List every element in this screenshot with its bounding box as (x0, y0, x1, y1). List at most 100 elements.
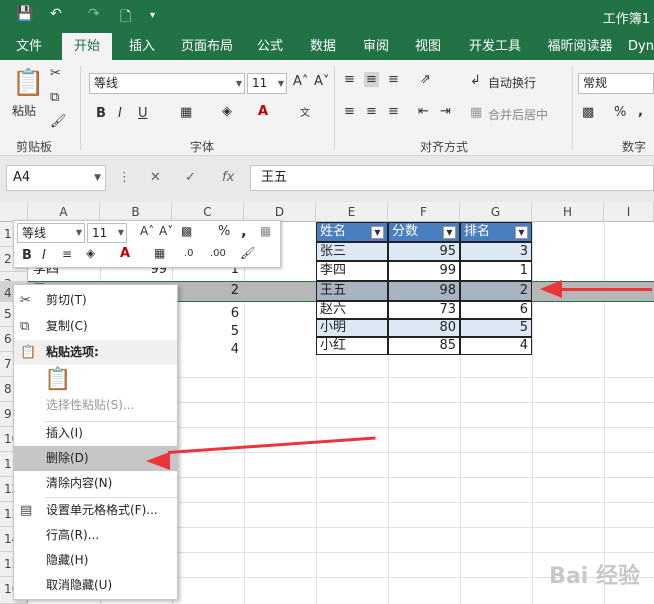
align-bottom-icon[interactable]: ≡ (388, 72, 399, 87)
table-cell[interactable]: 6 (460, 301, 532, 319)
border-icon[interactable]: ▦ (180, 105, 192, 120)
col-header[interactable]: H (532, 202, 604, 222)
col-header[interactable]: B (100, 202, 172, 222)
table-header-name[interactable]: 姓名 ▼ (316, 222, 388, 242)
decrease-indent-icon[interactable]: ⇤ (418, 104, 429, 119)
mini-italic-button[interactable]: I (42, 248, 46, 263)
filter-dropdown-icon[interactable]: ▼ (443, 226, 456, 239)
tab-formulas[interactable]: 公式 (250, 33, 290, 60)
table-cell[interactable]: 李四 (316, 261, 388, 281)
table-cell[interactable]: 85 (388, 337, 460, 355)
tab-insert[interactable]: 插入 (120, 33, 164, 60)
comma-button[interactable]: , (638, 104, 643, 119)
col-header[interactable]: F (388, 202, 460, 222)
insert-function-icon[interactable]: fx (222, 170, 234, 185)
number-format-combo[interactable]: 常规 (578, 73, 654, 94)
font-color-icon[interactable]: A (120, 246, 130, 261)
shrink-font-button[interactable]: A˅ (314, 74, 329, 89)
table-header-rank[interactable]: 排名 ▼ (460, 222, 532, 242)
paste-label[interactable]: 粘贴 (12, 102, 36, 119)
grow-font-icon[interactable]: A˄ (140, 224, 154, 238)
currency-icon[interactable]: ▩ (582, 105, 594, 120)
phonetic-icon[interactable]: 文 (300, 104, 310, 119)
cancel-icon[interactable]: ✕ (150, 170, 161, 185)
undo-icon[interactable]: ↶ (50, 6, 62, 22)
merge-icon[interactable]: ▦ (470, 105, 482, 120)
table-cell[interactable]: 98 (388, 281, 460, 301)
increase-decimal-icon[interactable]: .0 (184, 248, 194, 259)
menu-item-format-cells[interactable]: ▤ 设置单元格格式(F)... (14, 498, 177, 523)
tab-home[interactable]: 开始 (62, 33, 112, 60)
mini-bold-button[interactable]: B (22, 248, 32, 263)
table-cell[interactable]: 99 (388, 261, 460, 281)
underline-button[interactable]: U (138, 106, 148, 121)
border-icon[interactable]: ▦ (154, 246, 165, 260)
tab-dyn[interactable]: Dyn (628, 33, 654, 60)
paste-icon[interactable]: 📋 (12, 68, 44, 98)
align-middle-icon[interactable]: ≡ (364, 72, 379, 87)
table-cell[interactable]: 1 (460, 261, 532, 281)
cell-c4[interactable]: 2 (172, 279, 242, 303)
table-cell[interactable]: 张三 (316, 242, 388, 261)
align-top-icon[interactable]: ≡ (344, 72, 355, 87)
new-file-icon[interactable]: 🗋 (120, 6, 131, 30)
font-color-icon[interactable]: A (258, 104, 268, 119)
italic-button[interactable]: I (118, 106, 122, 121)
increase-indent-icon[interactable]: ⇥ (440, 104, 451, 119)
formula-input[interactable]: 王五 (250, 165, 654, 191)
table-header-score[interactable]: 分数 ▼ (388, 222, 460, 242)
tab-file[interactable]: 文件 (6, 33, 52, 60)
col-header[interactable]: G (460, 202, 532, 222)
cell-c7[interactable]: 4 (172, 338, 242, 362)
menu-item-paste-special[interactable]: 选择性粘贴(S)... (14, 393, 177, 418)
tab-foxit[interactable]: 福昕阅读器 (540, 33, 620, 60)
tab-review[interactable]: 审阅 (356, 33, 396, 60)
table-cell[interactable]: 小明 (316, 319, 388, 337)
cut-icon[interactable]: ✂ (50, 66, 61, 81)
menu-item-unhide[interactable]: 取消隐藏(U) (14, 573, 177, 598)
menu-item-insert[interactable]: 插入(I) (14, 421, 177, 446)
tab-page-layout[interactable]: 页面布局 (174, 33, 240, 60)
format-painter-icon[interactable]: 🖌 (240, 246, 255, 260)
currency-icon[interactable]: ▩ (181, 224, 192, 238)
table-format-icon[interactable]: ▦ (260, 224, 271, 238)
menu-item-hide[interactable]: 隐藏(H) (14, 548, 177, 573)
col-header[interactable]: C (172, 202, 244, 222)
bold-button[interactable]: B (96, 106, 106, 121)
enter-icon[interactable]: ✓ (185, 170, 196, 185)
col-header[interactable]: A (28, 202, 100, 222)
shrink-font-icon[interactable]: A˅ (159, 224, 173, 238)
table-cell[interactable]: 王五 (316, 281, 388, 301)
name-box[interactable]: A4 ▼ (6, 165, 106, 191)
menu-item-row-height[interactable]: 行高(R)... (14, 523, 177, 548)
mini-comma-button[interactable]: , (241, 222, 247, 240)
tab-data[interactable]: 数据 (303, 33, 343, 60)
table-cell[interactable]: 小红 (316, 337, 388, 355)
fill-color-icon[interactable]: ◈ (86, 246, 95, 260)
orientation-icon[interactable]: ⇗ (420, 72, 431, 87)
font-name-combo[interactable]: 等线 ▼ (89, 73, 245, 94)
mini-size-combo[interactable]: 11 ▼ (87, 223, 127, 243)
table-cell[interactable]: 73 (388, 301, 460, 319)
font-size-combo[interactable]: 11 ▼ (247, 73, 287, 94)
col-header[interactable]: I (604, 202, 654, 222)
align-left-icon[interactable]: ≡ (344, 104, 355, 119)
mini-font-combo[interactable]: 等线 ▼ (17, 223, 85, 243)
format-painter-icon[interactable]: 🖌 (50, 114, 67, 129)
table-cell[interactable]: 4 (460, 337, 532, 355)
paste-icon[interactable]: 📋 (44, 367, 71, 392)
percent-button[interactable]: % (614, 105, 626, 120)
align-center-icon[interactable]: ≡ (366, 104, 377, 119)
filter-dropdown-icon[interactable]: ▼ (371, 226, 384, 239)
col-header[interactable]: E (316, 202, 388, 222)
decrease-decimal-icon[interactable]: .00 (210, 248, 226, 259)
merge-center-button[interactable]: 合并后居中 (488, 106, 548, 123)
customize-qat-icon[interactable]: ▾ (150, 10, 155, 21)
fill-color-icon[interactable]: ◈ (222, 104, 232, 119)
copy-icon[interactable]: ⧉ (50, 90, 59, 105)
save-icon[interactable]: 💾 (16, 6, 33, 22)
grow-font-button[interactable]: A˄ (293, 74, 308, 89)
tab-developer[interactable]: 开发工具 (462, 33, 528, 60)
menu-item-copy[interactable]: ⧉ 复制(C) (14, 314, 177, 339)
menu-item-clear-contents[interactable]: 清除内容(N) (14, 471, 177, 496)
